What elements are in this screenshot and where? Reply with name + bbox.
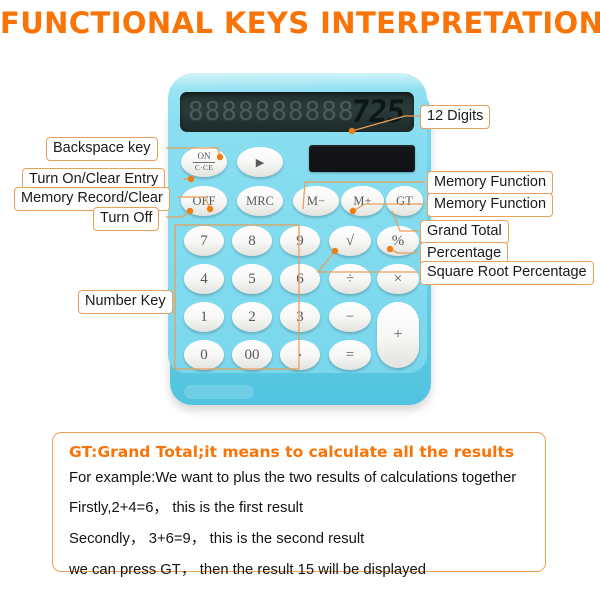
callout-turn-off: Turn Off (93, 207, 160, 231)
gt-line-1: For example:We want to plus the two resu… (69, 470, 517, 486)
key-off[interactable]: OFF (181, 186, 227, 216)
cce-label: C·CE (194, 163, 214, 173)
key-memory-plus[interactable]: M+ (341, 186, 384, 216)
callout-backspace-key: Backspace key (46, 137, 158, 161)
on-label: ON (197, 151, 211, 162)
key-1[interactable]: 1 (184, 302, 224, 332)
calculator-face: 8888888888 725 ON C·CE ▶ OFF MRC M− M+ G… (168, 73, 427, 373)
key-plus[interactable]: + (377, 302, 419, 368)
gt-line-2: Firstly,2+4=6， this is the first result (69, 500, 304, 516)
callout-memory-function-1: Memory Function (427, 171, 554, 195)
key-8[interactable]: 8 (232, 226, 272, 256)
key-grand-total[interactable]: GT (386, 186, 423, 216)
key-4[interactable]: 4 (184, 264, 224, 294)
key-0[interactable]: 0 (184, 340, 224, 370)
key-5[interactable]: 5 (232, 264, 272, 294)
key-square-root[interactable]: √ (329, 226, 371, 256)
key-memory-minus[interactable]: M− (293, 186, 339, 216)
gt-line-3: Secondly， 3+6=9， this is the second resu… (69, 531, 365, 547)
key-multiply[interactable]: × (377, 264, 419, 294)
key-minus[interactable]: − (329, 302, 371, 332)
key-6[interactable]: 6 (280, 264, 320, 294)
key-on-clear-entry[interactable]: ON C·CE (181, 147, 227, 177)
key-3[interactable]: 3 (280, 302, 320, 332)
gt-heading: GT:Grand Total;it means to calculate all… (69, 443, 515, 461)
callout-grand-total: Grand Total (420, 220, 509, 244)
key-backspace[interactable]: ▶ (237, 147, 283, 177)
page-root: FUNCTIONAL KEYS INTERPRETATION 888888888… (0, 0, 600, 600)
callout-memory-function-2: Memory Function (427, 193, 554, 217)
on-cce-label: ON C·CE (193, 152, 215, 172)
gt-line-4: we can press GT， then the result 15 will… (69, 562, 426, 578)
key-9[interactable]: 9 (280, 226, 320, 256)
callout-square-root-percentage: Square Root Percentage (420, 261, 594, 285)
key-equals[interactable]: = (329, 340, 371, 370)
callout-number-key: Number Key (78, 290, 173, 314)
key-7[interactable]: 7 (184, 226, 224, 256)
key-divide[interactable]: ÷ (329, 264, 371, 294)
callout-12-digits: 12 Digits (420, 105, 491, 129)
page-title: FUNCTIONAL KEYS INTERPRETATION (0, 6, 600, 40)
lcd-value: 725 (348, 94, 407, 130)
key-00[interactable]: 00 (232, 340, 272, 370)
calculator-base-texture (184, 385, 254, 399)
key-mrc[interactable]: MRC (237, 186, 283, 216)
key-decimal-point[interactable]: · (280, 340, 320, 370)
lcd-display: 8888888888 725 (180, 92, 414, 132)
calculator: 8888888888 725 ON C·CE ▶ OFF MRC M− M+ G… (168, 73, 433, 408)
key-2[interactable]: 2 (232, 302, 272, 332)
key-percent[interactable]: % (377, 226, 419, 256)
gt-explanation-box: GT:Grand Total;it means to calculate all… (52, 432, 546, 578)
solar-panel (309, 145, 415, 172)
